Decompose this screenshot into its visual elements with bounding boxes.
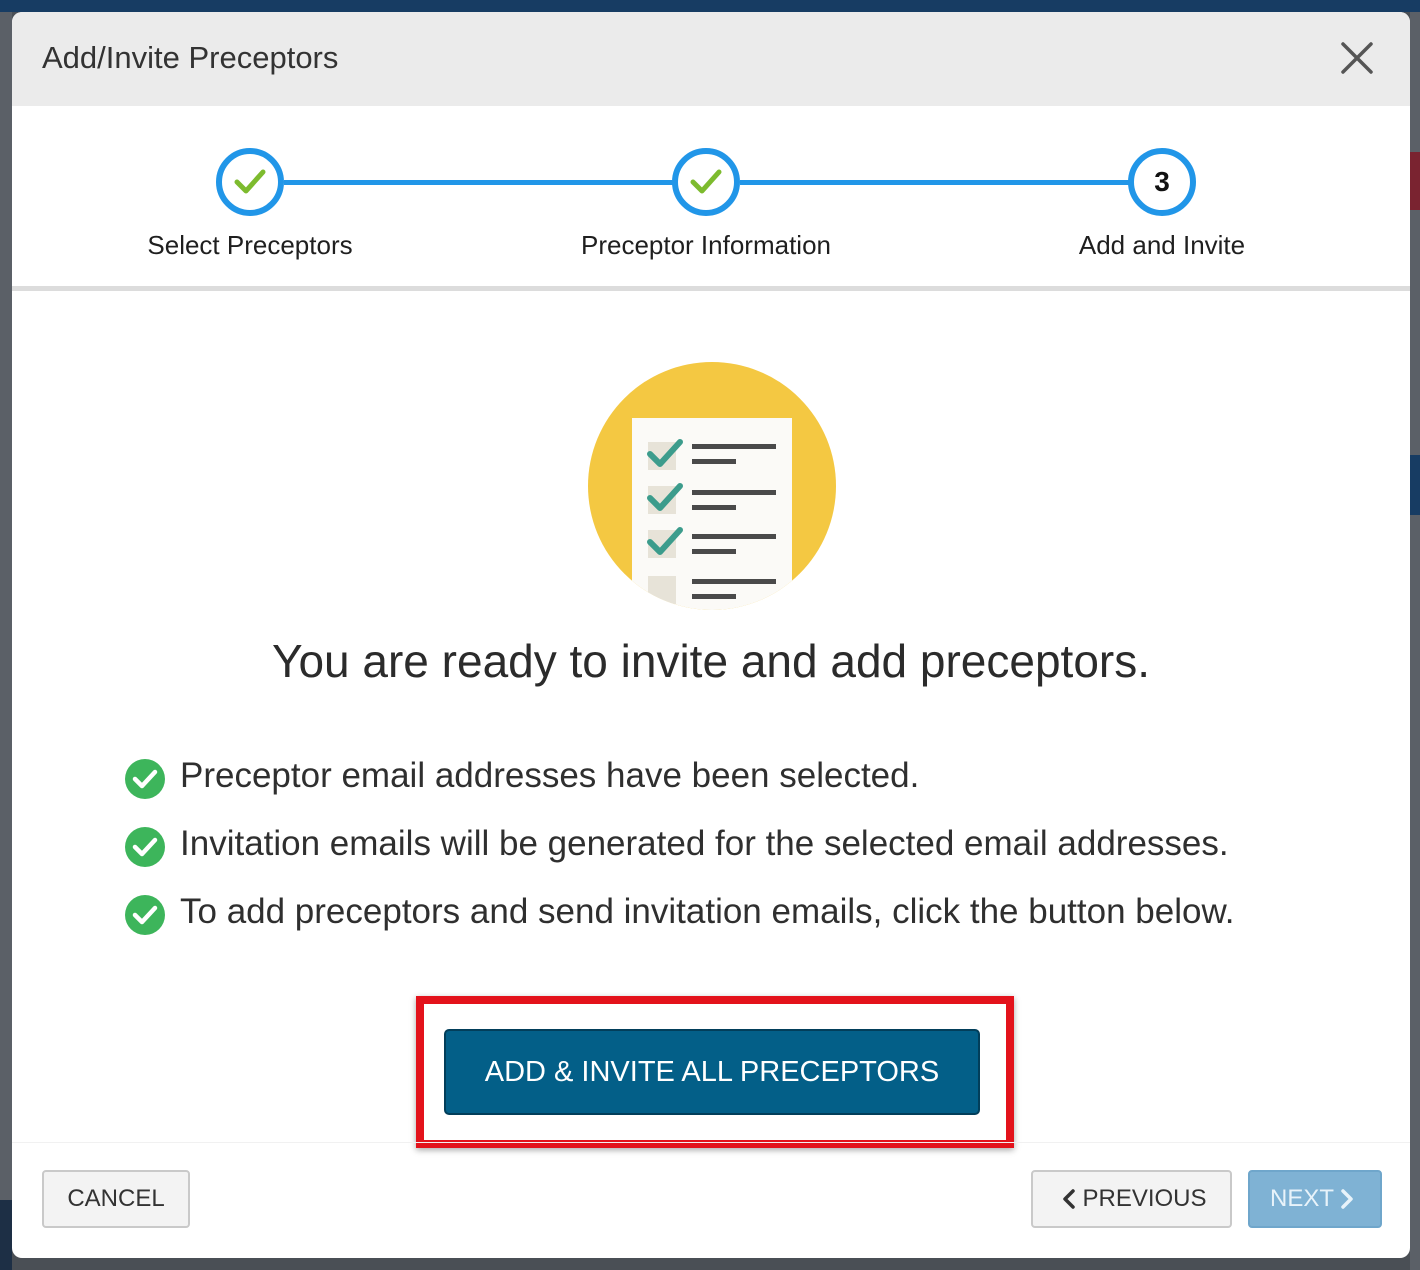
cancel-button[interactable]: CANCEL (42, 1170, 190, 1228)
step-connector (284, 180, 674, 185)
list-item-text: Invitation emails will be generated for … (180, 824, 1229, 863)
check-circle-icon (125, 759, 165, 799)
add-invite-all-button[interactable]: ADD & INVITE ALL PRECEPTORS (444, 1029, 980, 1115)
chevron-left-icon (1063, 1189, 1076, 1209)
dialog-title: Add/Invite Preceptors (42, 40, 339, 75)
background-fragment (1410, 152, 1420, 210)
progress-stepper: Select Preceptors Preceptor Information … (12, 106, 1410, 292)
check-circle-icon (125, 895, 165, 935)
step-1-circle (216, 148, 284, 216)
ready-headline: You are ready to invite and add precepto… (272, 635, 1150, 687)
step-2-label: Preceptor Information (580, 230, 831, 260)
previous-label: PREVIOUS (1082, 1185, 1207, 1212)
step-1-label: Select Preceptors (147, 230, 353, 260)
next-label: NEXT (1269, 1185, 1334, 1212)
close-button[interactable] (1337, 38, 1377, 78)
chevron-right-icon (1341, 1189, 1353, 1209)
check-icon (234, 169, 266, 194)
checklist-illustration (588, 362, 836, 610)
check-circle-icon (125, 827, 165, 867)
step-2-circle (672, 148, 740, 216)
check-icon (690, 169, 722, 194)
list-item-text: Preceptor email addresses have been sele… (180, 756, 920, 795)
next-button[interactable]: NEXT (1248, 1170, 1382, 1228)
footer-divider (12, 1142, 1410, 1143)
dialog-header: Add/Invite Preceptors (12, 12, 1410, 106)
step-connector (740, 180, 1130, 185)
background-left-strip (0, 12, 12, 1270)
close-icon (1341, 42, 1373, 74)
list-item-text: To add preceptors and send invitation em… (180, 892, 1235, 931)
step-3-number: 3 (1154, 166, 1170, 197)
background-top-bar (0, 0, 1420, 12)
background-fragment (1410, 455, 1420, 515)
stepper-divider (12, 286, 1410, 291)
add-invite-preceptors-dialog: Add/Invite Preceptors Select Preceptors … (12, 12, 1410, 1258)
step-3-circle: 3 (1128, 148, 1196, 216)
background-bottom-strip (0, 1200, 12, 1270)
previous-button[interactable]: PREVIOUS (1031, 1170, 1232, 1228)
step-3-label: Add and Invite (1078, 230, 1246, 260)
